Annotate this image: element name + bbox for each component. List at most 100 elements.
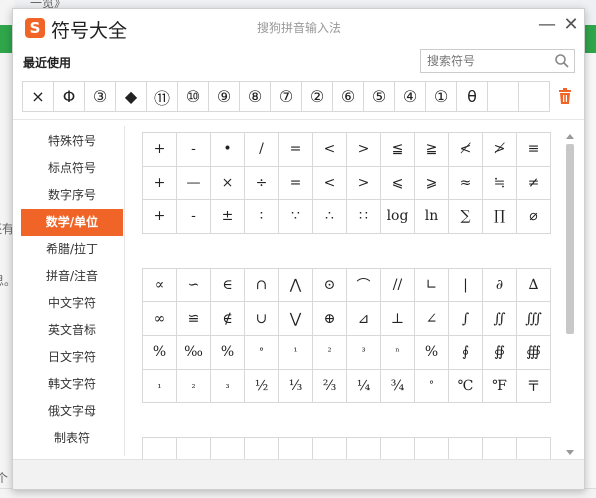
sidebar-item-2[interactable]: 数字序号 [21, 182, 123, 209]
symbol-cell[interactable]: ∮ [449, 335, 483, 370]
symbol-cell[interactable]: 〒 [517, 369, 551, 404]
sidebar-item-11[interactable]: 制表符 [21, 425, 123, 452]
symbol-cell[interactable]: = [279, 166, 313, 201]
symbol-cell[interactable]: ÷ [245, 166, 279, 201]
symbol-cell[interactable]: > [347, 133, 381, 167]
recent-symbol-cell[interactable]: ① [426, 82, 457, 112]
symbol-cell[interactable]: + [143, 166, 177, 201]
recent-symbol-cell[interactable]: ② [302, 82, 333, 112]
symbol-cell[interactable]: + [143, 133, 177, 167]
symbol-cell[interactable] [177, 438, 211, 460]
symbol-cell[interactable]: — [177, 166, 211, 201]
symbol-cell[interactable]: ≠ [517, 166, 551, 201]
sidebar-item-4[interactable]: 希腊/拉丁 [21, 236, 123, 263]
symbol-cell[interactable]: % [211, 335, 245, 370]
symbol-cell[interactable]: ∬ [483, 302, 517, 336]
symbol-cell[interactable]: ∭ [517, 302, 551, 336]
symbol-cell[interactable]: ∞ [143, 302, 177, 336]
recent-symbol-cell[interactable]: ⑨ [209, 82, 240, 112]
symbol-cell[interactable] [279, 438, 313, 460]
recent-symbol-cell[interactable] [488, 82, 519, 112]
sidebar-item-5[interactable]: 拼音/注音 [21, 263, 123, 290]
symbol-cell[interactable]: ∰ [517, 335, 551, 370]
symbol-cell[interactable]: ± [211, 200, 245, 234]
symbol-cell[interactable]: ⌀ [517, 200, 551, 234]
symbol-cell[interactable]: ¹ [279, 335, 313, 370]
symbol-cell[interactable] [517, 438, 551, 460]
sidebar-item-6[interactable]: 中文字符 [21, 290, 123, 317]
symbol-cell[interactable]: < [313, 133, 347, 167]
symbol-cell[interactable]: ₁ [143, 369, 177, 404]
symbol-cell[interactable]: > [347, 166, 381, 201]
symbol-cell[interactable]: ⌒ [347, 268, 381, 303]
symbol-cell[interactable]: ⊙ [313, 268, 347, 303]
scroll-thumb[interactable] [566, 144, 574, 334]
symbol-cell[interactable]: + [143, 200, 177, 234]
symbol-cell[interactable] [483, 438, 517, 460]
symbol-cell[interactable] [143, 438, 177, 460]
sidebar-item-0[interactable]: 特殊符号 [21, 128, 123, 155]
close-button[interactable]: ✕ [561, 15, 581, 35]
symbol-cell[interactable]: ∶ [245, 200, 279, 234]
symbol-cell[interactable]: × [211, 166, 245, 201]
symbol-cell[interactable] [313, 438, 347, 460]
sidebar-item-3[interactable]: 数学/单位 [21, 209, 123, 236]
scrollbar[interactable] [564, 134, 576, 459]
symbol-cell[interactable] [381, 438, 415, 460]
symbol-cell[interactable]: ∂ [483, 268, 517, 303]
symbol-cell[interactable]: ∆ [517, 268, 551, 303]
symbol-cell[interactable]: ∴ [313, 200, 347, 234]
recent-symbol-cell[interactable]: Φ [54, 82, 85, 112]
symbol-cell[interactable]: • [211, 133, 245, 167]
recent-symbol-cell[interactable]: ④ [395, 82, 426, 112]
search-icon[interactable] [554, 53, 570, 69]
sidebar-item-1[interactable]: 标点符号 [21, 155, 123, 182]
sidebar-item-10[interactable]: 俄文字母 [21, 398, 123, 425]
symbol-cell[interactable]: % [143, 335, 177, 370]
recent-symbol-cell[interactable]: ⑤ [364, 82, 395, 112]
trash-icon[interactable] [558, 88, 572, 104]
recent-symbol-cell[interactable]: θ [457, 82, 488, 112]
symbol-cell[interactable] [211, 438, 245, 460]
symbol-cell[interactable]: - [177, 200, 211, 234]
symbol-cell[interactable]: ° [245, 335, 279, 370]
symbol-cell[interactable]: ln [415, 200, 449, 234]
symbol-cell[interactable]: - [177, 133, 211, 167]
symbol-cell[interactable]: ∽ [177, 268, 211, 303]
symbol-cell[interactable]: ⋀ [279, 268, 313, 303]
symbol-cell[interactable]: ≡ [517, 133, 551, 167]
symbol-cell[interactable]: ⊥ [381, 302, 415, 336]
symbol-cell[interactable]: ℃ [449, 369, 483, 404]
symbol-cell[interactable]: ∏ [483, 200, 517, 234]
sidebar-item-9[interactable]: 韩文字符 [21, 371, 123, 398]
symbol-cell[interactable]: ₂ [177, 369, 211, 404]
recent-symbol-cell[interactable]: ◆ [116, 82, 147, 112]
symbol-cell[interactable]: ₃ [211, 369, 245, 404]
symbol-cell[interactable]: log [381, 200, 415, 234]
symbol-cell[interactable]: ≯ [483, 133, 517, 167]
recent-symbol-cell[interactable]: ⑩ [178, 82, 209, 112]
symbol-cell[interactable]: ⁿ [381, 335, 415, 370]
symbol-cell[interactable]: ≒ [483, 166, 517, 201]
symbol-cell[interactable]: ² [313, 335, 347, 370]
symbol-cell[interactable]: ∝ [143, 268, 177, 303]
recent-symbol-cell[interactable]: ⑧ [240, 82, 271, 112]
recent-symbol-cell[interactable]: × [23, 82, 54, 112]
symbol-cell[interactable]: ½ [245, 369, 279, 404]
symbol-cell[interactable]: ∠ [415, 302, 449, 336]
symbol-cell[interactable]: ¼ [347, 369, 381, 404]
symbol-cell[interactable]: ≧ [415, 133, 449, 167]
recent-symbol-cell[interactable] [519, 82, 550, 112]
symbol-cell[interactable]: ⅔ [313, 369, 347, 404]
symbol-cell[interactable]: ∯ [483, 335, 517, 370]
symbol-cell[interactable]: // [381, 268, 415, 303]
symbol-cell[interactable] [347, 438, 381, 460]
search-input[interactable] [427, 50, 552, 72]
symbol-cell[interactable]: % [415, 335, 449, 370]
symbol-cell[interactable] [449, 438, 483, 460]
symbol-cell[interactable]: < [313, 166, 347, 201]
symbol-cell[interactable]: ⊿ [347, 302, 381, 336]
symbol-cell[interactable]: ‰ [177, 335, 211, 370]
symbol-cell[interactable]: ⋁ [279, 302, 313, 336]
symbol-cell[interactable]: ∟ [415, 268, 449, 303]
